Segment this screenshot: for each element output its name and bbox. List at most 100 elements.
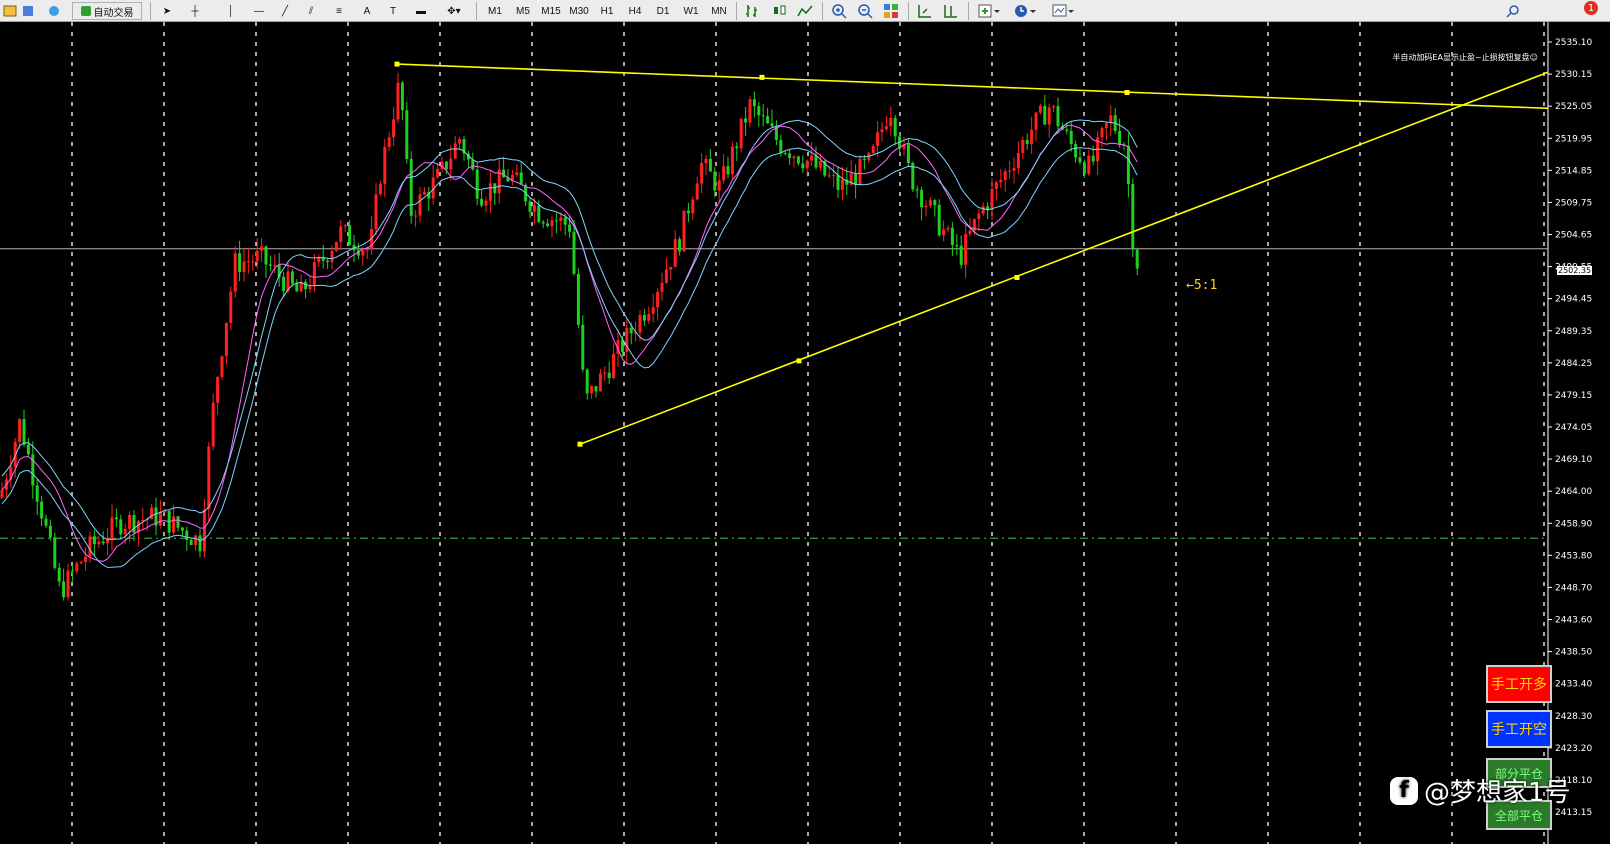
candle-body [792,156,796,159]
candle-body [79,561,83,564]
candle-body [40,501,44,519]
candle-body [884,126,888,130]
profiles-icon[interactable] [20,2,36,20]
timeframe-m5[interactable]: M5 [510,2,536,20]
bar-chart-icon[interactable] [742,2,764,20]
candle-body [220,356,224,378]
moving-average-lower-line [1,147,1138,568]
text-icon[interactable]: A [358,2,376,20]
candle-body [810,155,814,161]
candle-body [673,239,677,267]
horizontal-line-icon[interactable]: — [250,2,268,20]
candle-body [990,188,994,211]
candle-body [612,353,616,379]
candle-body [950,227,954,246]
candle-body [75,563,79,572]
timeframe-h1[interactable]: H1 [594,2,620,20]
manual-long-button[interactable]: 手工开多 [1486,665,1552,703]
candle-body [378,183,382,195]
candle-body [1126,145,1130,185]
candle-body [453,143,457,159]
market-watch-icon[interactable] [46,2,62,20]
candle-body [84,556,88,562]
crosshair-icon[interactable]: ┼ [186,2,204,20]
candle-body [585,369,589,394]
trendline-icon[interactable]: ╱ [276,2,294,20]
price-axis-label: 2433.40 [1555,680,1592,690]
moving-average-upper-line [1,119,1138,541]
candle-body [541,221,545,224]
timeframe-d1[interactable]: D1 [650,2,676,20]
line-chart-icon[interactable] [794,2,816,20]
text-label-icon[interactable]: T [384,2,402,20]
candle-body [180,527,184,531]
candle-body [502,169,506,178]
timeframe-h4[interactable]: H4 [622,2,648,20]
candle-body [726,166,730,175]
candle-body [229,291,233,323]
timeframe-m15[interactable]: M15 [538,2,564,20]
risk-reward-label: ←5:1 [1186,278,1218,293]
price-axis-label: 2504.65 [1555,231,1592,241]
candle-body [739,118,743,149]
price-chart[interactable]: 2535.10 2530.15 2525.05 2519.95 2514.85 2509.… [0,22,1610,844]
candle-body [1074,144,1078,158]
trendline-anchor [796,358,802,364]
auto-trading-button[interactable]: 自动交易 [72,2,142,20]
indicators-dropdown-icon[interactable] [974,2,1004,20]
periods-dropdown-icon[interactable] [1010,2,1040,20]
candle-body [242,261,246,273]
cursor-icon[interactable]: ➤ [158,2,176,20]
zoom-in-icon[interactable] [828,2,850,20]
search-icon[interactable] [1504,2,1522,20]
rectangle-icon[interactable]: ▬ [412,2,430,20]
candle-body [572,231,576,274]
candle-body [128,514,132,529]
new-chart-icon[interactable] [2,2,18,20]
candle-body [0,489,4,498]
candle-body [906,144,910,164]
templates-dropdown-icon[interactable] [1048,2,1078,20]
candle-body [374,194,378,230]
timeframe-w1[interactable]: W1 [678,2,704,20]
channel-icon[interactable]: ⫽ [302,2,320,20]
chart-shift-icon[interactable] [940,2,962,20]
trendline-anchor [759,74,765,80]
candle-body [651,307,655,314]
candle-body [603,372,607,374]
manual-short-button[interactable]: 手工开空 [1486,710,1552,748]
price-axis-label: 2469.10 [1555,455,1592,465]
candle-body [1109,115,1113,124]
candle-body [365,249,369,251]
candle-body [827,175,831,177]
candle-body [400,82,404,111]
candle-body [893,117,897,137]
auto-scroll-icon[interactable] [914,2,936,20]
shapes-dropdown-icon[interactable]: ✥▾ [440,2,468,20]
candle-body [158,512,162,526]
timeframe-mn[interactable]: MN [706,2,732,20]
timeframe-m1[interactable]: M1 [482,2,508,20]
candle-body [312,262,316,287]
fibonacci-icon[interactable]: ≡ [330,2,348,20]
tile-windows-icon[interactable] [880,2,902,20]
chart-canvas[interactable]: 2535.10 2530.15 2525.05 2519.95 2514.85 2509.… [0,22,1610,844]
candle-body [801,163,805,169]
price-axis-label: 2453.80 [1555,551,1592,561]
candle-body [304,281,308,290]
candle-body [796,156,800,164]
vertical-line-icon[interactable]: │ [222,2,240,20]
candle-body [348,225,352,246]
candle-body [35,485,39,502]
candlestick-chart-icon[interactable] [768,2,790,20]
candle-body [836,175,840,190]
notification-badge[interactable]: 1 [1584,1,1598,15]
price-axis-label: 2489.35 [1555,327,1592,337]
candle-body [414,215,418,217]
zoom-out-icon[interactable] [854,2,876,20]
candle-body [392,119,396,138]
candle-body [224,322,228,357]
candle-body [757,106,761,116]
timeframe-m30[interactable]: M30 [566,2,592,20]
candle-body [480,198,484,206]
